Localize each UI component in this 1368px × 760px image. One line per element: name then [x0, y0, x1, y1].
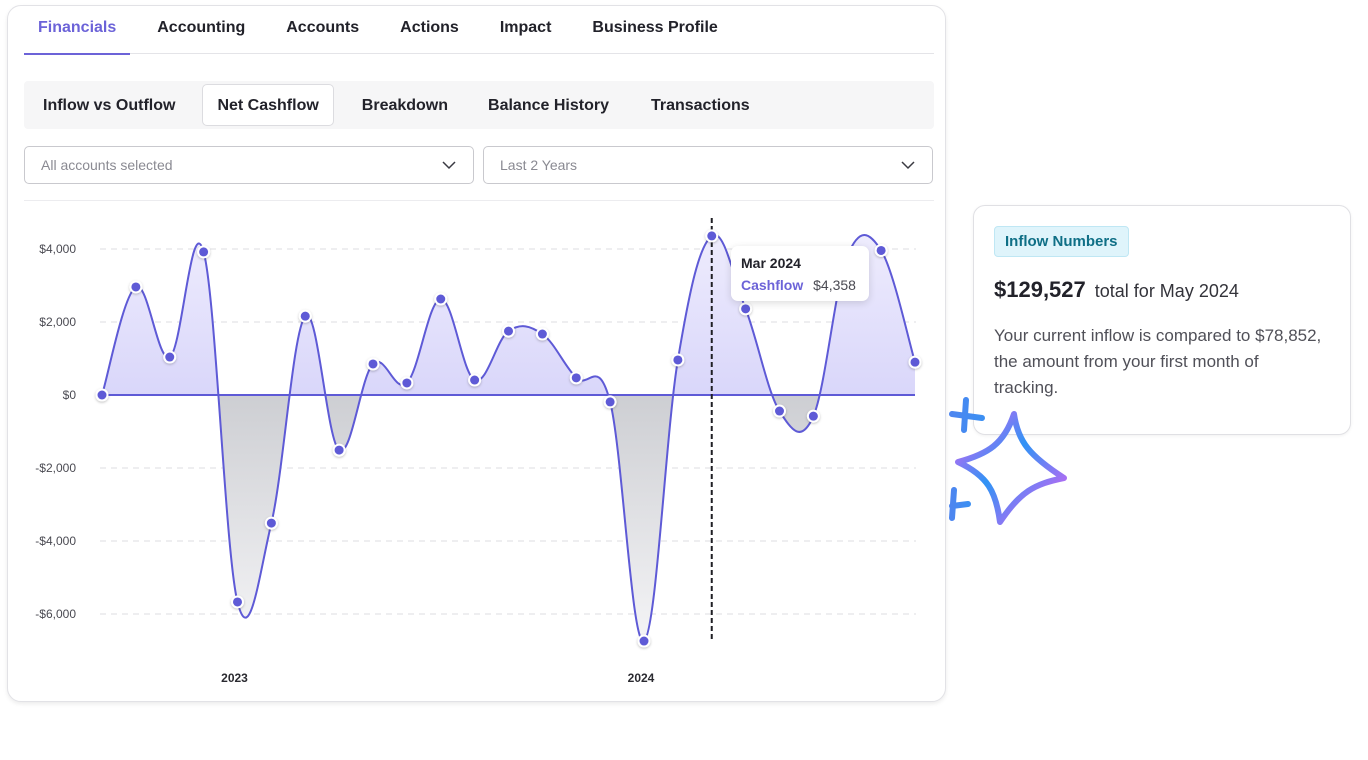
- data-point: [199, 247, 209, 257]
- data-point: [504, 326, 513, 336]
- chart-tooltip: Mar 2024 Cashflow $4,358: [731, 246, 869, 301]
- y-tick-label: $4,000: [39, 242, 76, 256]
- data-point: [808, 411, 818, 421]
- data-point: [266, 518, 276, 528]
- cashflow-chart: $4,000 $2,000 $0 -$2,000 -$4,000 -$6,000 2023 2…: [35, 218, 922, 685]
- data-point: [436, 294, 446, 304]
- x-tick-label: 2024: [628, 671, 655, 685]
- data-point: [165, 352, 175, 362]
- inflow-badge: Inflow Numbers: [994, 226, 1129, 257]
- data-point: [402, 378, 412, 388]
- data-point: [673, 355, 683, 365]
- y-tick-label: -$2,000: [35, 461, 76, 475]
- data-point: [639, 636, 649, 646]
- y-tick-label: -$6,000: [35, 607, 76, 621]
- data-point: [775, 406, 784, 416]
- data-point: [368, 359, 378, 369]
- inflow-total: $129,527 total for May 2024: [994, 277, 1330, 303]
- data-point: [537, 329, 547, 339]
- data-point: [876, 245, 886, 255]
- data-point: [741, 304, 751, 314]
- inflow-description: Your current inflow is compared to $78,8…: [994, 326, 1322, 397]
- data-point: [334, 445, 344, 455]
- data-point: [707, 231, 717, 241]
- inflow-amount: $129,527: [994, 277, 1086, 302]
- data-point: [131, 282, 141, 292]
- data-point: [470, 375, 480, 385]
- data-point: [233, 597, 242, 607]
- tooltip-series-label: Cashflow: [741, 277, 804, 293]
- y-tick-label: $0: [63, 388, 77, 402]
- inflow-amount-suffix: total for May 2024: [1094, 281, 1239, 301]
- data-point: [571, 373, 581, 383]
- tooltip-date: Mar 2024: [741, 255, 801, 271]
- data-point: [97, 390, 107, 400]
- data-point: [300, 311, 310, 321]
- y-tick-label: -$4,000: [35, 534, 76, 548]
- data-point: [605, 397, 615, 407]
- sparkle-icon: [949, 397, 1067, 525]
- data-point: [910, 357, 920, 367]
- tooltip-value: $4,358: [813, 277, 856, 293]
- x-tick-label: 2023: [221, 671, 248, 685]
- y-tick-label: $2,000: [39, 315, 76, 329]
